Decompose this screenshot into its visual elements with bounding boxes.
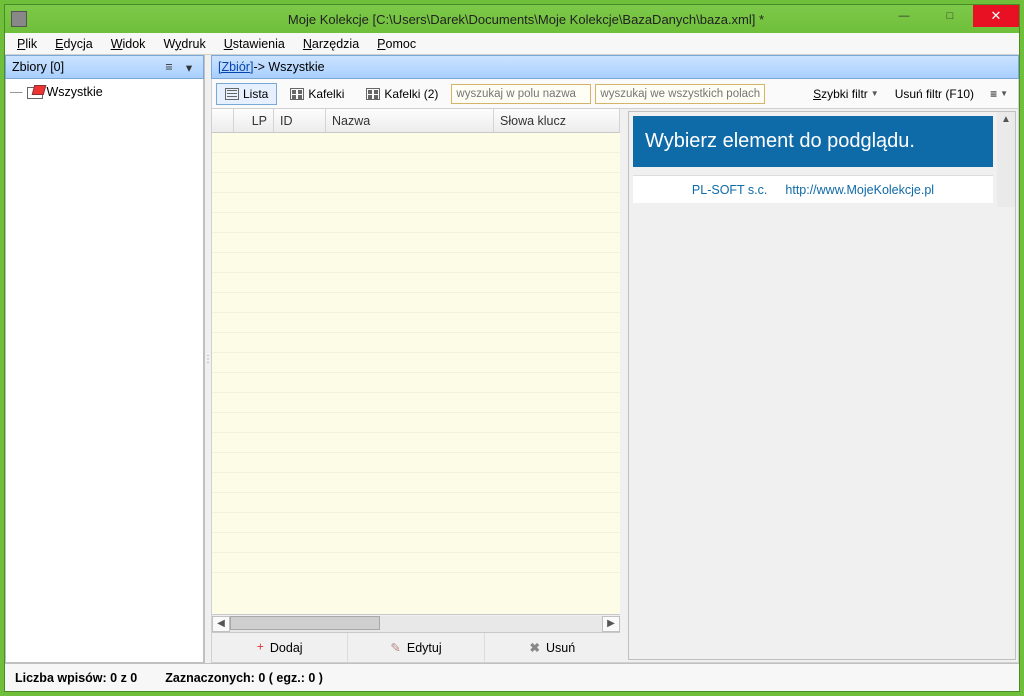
preview-company-link[interactable]: PL-SOFT s.c. [692,183,767,197]
grid-header-blank1[interactable] [212,109,234,132]
add-label: Dodaj [270,641,303,655]
action-bar: + Dodaj ✎ Edytuj ✖ Usuń [212,632,620,662]
scroll-left-icon[interactable]: ◀ [212,616,230,632]
edit-button[interactable]: ✎ Edytuj [348,633,484,662]
delete-icon: ✖ [529,640,539,656]
preview-footer: PL-SOFT s.c. http://www.MojeKolekcje.pl [633,175,993,203]
menu-help[interactable]: Pomoc [371,35,422,53]
menu-print[interactable]: Wydruk [157,35,211,53]
grid-header-lp[interactable]: LP [234,109,274,132]
breadcrumb: [Zbiór] -> Wszystkie [211,55,1019,79]
status-count: Liczba wpisów: 0 z 0 [15,671,137,685]
horizontal-scrollbar[interactable]: ◀ ▶ [212,614,620,632]
chevron-down-icon: ▼ [871,89,879,98]
sidebar: Zbiory [0] ≡ ▾ — Wszystkie [5,55,205,663]
view-list-label: Lista [243,87,268,101]
plus-icon: + [257,640,264,655]
view-tiles-button[interactable]: Kafelki [281,83,353,105]
menu-tools[interactable]: Narzędzia [297,35,365,53]
breadcrumb-rest: -> Wszystkie [253,60,324,74]
search-all-input[interactable] [595,84,765,104]
content-split: LP ID Nazwa Słowa klucz ◀ [211,109,1019,663]
title-bar: Moje Kolekcje [C:\Users\Darek\Documents\… [5,5,1019,33]
sidebar-header-label: Zbiory [0] [12,60,64,74]
status-selected: Zaznaczonych: 0 ( egz.: 0 ) [165,671,323,685]
list-icon [225,88,239,100]
window-title: Moje Kolekcje [C:\Users\Darek\Documents\… [33,12,1019,27]
grid-header-name[interactable]: Nazwa [326,109,494,132]
main-area: Zbiory [0] ≡ ▾ — Wszystkie [Zbiór] -> Ws… [5,55,1019,663]
preview-panel: Wybierz element do podglądu. PL-SOFT s.c… [628,111,1016,660]
edit-icon: ✎ [390,640,400,656]
scroll-track[interactable] [230,616,602,632]
view-toolbar: Lista Kafelki Kafelki (2) Szybki filtr▼ [211,79,1019,109]
close-button[interactable]: ✕ [973,5,1019,27]
tiles-icon [290,88,304,100]
folder-icon [27,86,43,98]
delete-button[interactable]: ✖ Usuń [485,633,620,662]
view-tiles2-button[interactable]: Kafelki (2) [357,83,447,105]
preview-vertical-scrollbar[interactable]: ▲ [997,112,1015,207]
menu-edit[interactable]: Edycja [49,35,99,53]
vertical-splitter-center[interactable] [620,109,626,662]
quick-filter-button[interactable]: Szybki filtr▼ [807,87,885,101]
collection-tree: — Wszystkie [5,79,204,663]
grid-header-id[interactable]: ID [274,109,326,132]
toolbar-menu-button[interactable]: ≡ ▼ [984,87,1014,101]
edit-label: Edytuj [407,641,442,655]
view-tiles2-label: Kafelki (2) [384,87,438,101]
maximize-button[interactable]: □ [927,5,973,27]
tree-node-all[interactable]: — Wszystkie [10,85,199,99]
preview-banner: Wybierz element do podglądu. [633,116,993,167]
menu-file[interactable]: Plik [11,35,43,53]
chevron-down-icon: ▼ [1000,89,1008,98]
minimize-button[interactable]: — [881,5,927,27]
menu-bar: Plik Edycja Widok Wydruk Ustawienia Narz… [5,33,1019,55]
scroll-up-icon[interactable]: ▲ [1001,114,1011,125]
delete-label: Usuń [546,641,575,655]
menu-settings[interactable]: Ustawienia [218,35,291,53]
view-list-button[interactable]: Lista [216,83,277,105]
content-panel: [Zbiór] -> Wszystkie Lista Kafelki Kafel… [211,55,1019,663]
menu-view[interactable]: Widok [105,35,152,53]
clear-filter-button[interactable]: Usuń filtr (F10) [889,87,980,101]
grid-body[interactable] [212,133,620,614]
scroll-thumb[interactable] [230,616,380,630]
app-window: Moje Kolekcje [C:\Users\Darek\Documents\… [4,4,1020,692]
sidebar-header: Zbiory [0] ≡ ▾ [5,55,204,79]
grid-header-keywords[interactable]: Słowa klucz [494,109,620,132]
search-name-input[interactable] [451,84,591,104]
scroll-right-icon[interactable]: ▶ [602,616,620,632]
tree-connector: — [10,85,23,99]
window-buttons: — □ ✕ [881,5,1019,27]
sidebar-dropdown-icon[interactable]: ▾ [181,60,197,74]
breadcrumb-link[interactable]: [Zbiór] [218,60,253,74]
preview-url-link[interactable]: http://www.MojeKolekcje.pl [785,183,934,197]
view-tiles-label: Kafelki [308,87,344,101]
tree-node-label: Wszystkie [47,85,103,99]
add-button[interactable]: + Dodaj [212,633,348,662]
tiles2-icon [366,88,380,100]
grid-panel: LP ID Nazwa Słowa klucz ◀ [212,109,620,662]
clear-filter-label: Usuń filtr (F10) [895,87,974,101]
app-icon [11,11,27,27]
grid-header: LP ID Nazwa Słowa klucz [212,109,620,133]
status-bar: Liczba wpisów: 0 z 0 Zaznaczonych: 0 ( e… [5,663,1019,691]
sidebar-menu-icon[interactable]: ≡ [161,60,177,74]
